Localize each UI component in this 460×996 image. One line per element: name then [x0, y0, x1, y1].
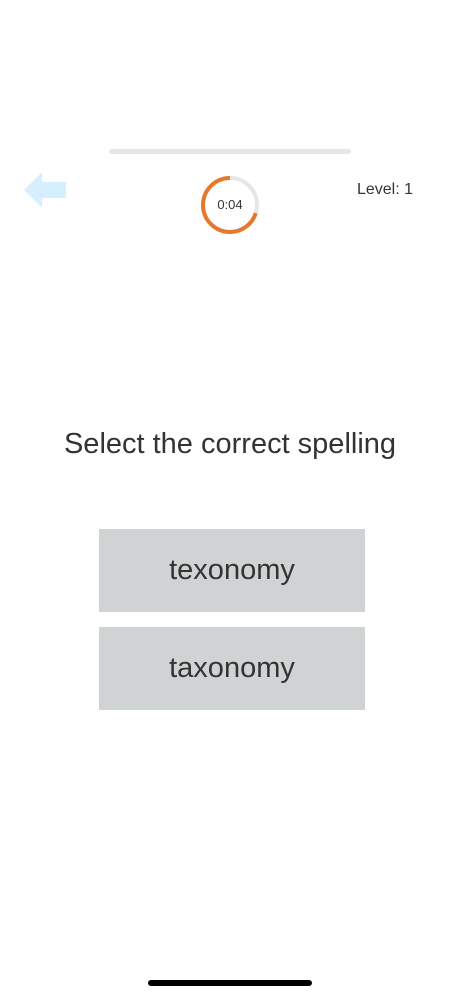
arrow-left-icon [24, 172, 66, 208]
quiz-progress-bar [109, 149, 351, 154]
answer-option-button[interactable]: texonomy [99, 529, 365, 612]
question-prompt: Select the correct spelling [63, 428, 397, 460]
back-button[interactable] [22, 170, 68, 210]
answer-option-button[interactable]: taxonomy [99, 627, 365, 710]
countdown-timer: 0:04 [200, 175, 260, 235]
timer-label: 0:04 [217, 197, 243, 212]
home-indicator [148, 980, 312, 986]
level-label: Level: 1 [356, 181, 413, 198]
